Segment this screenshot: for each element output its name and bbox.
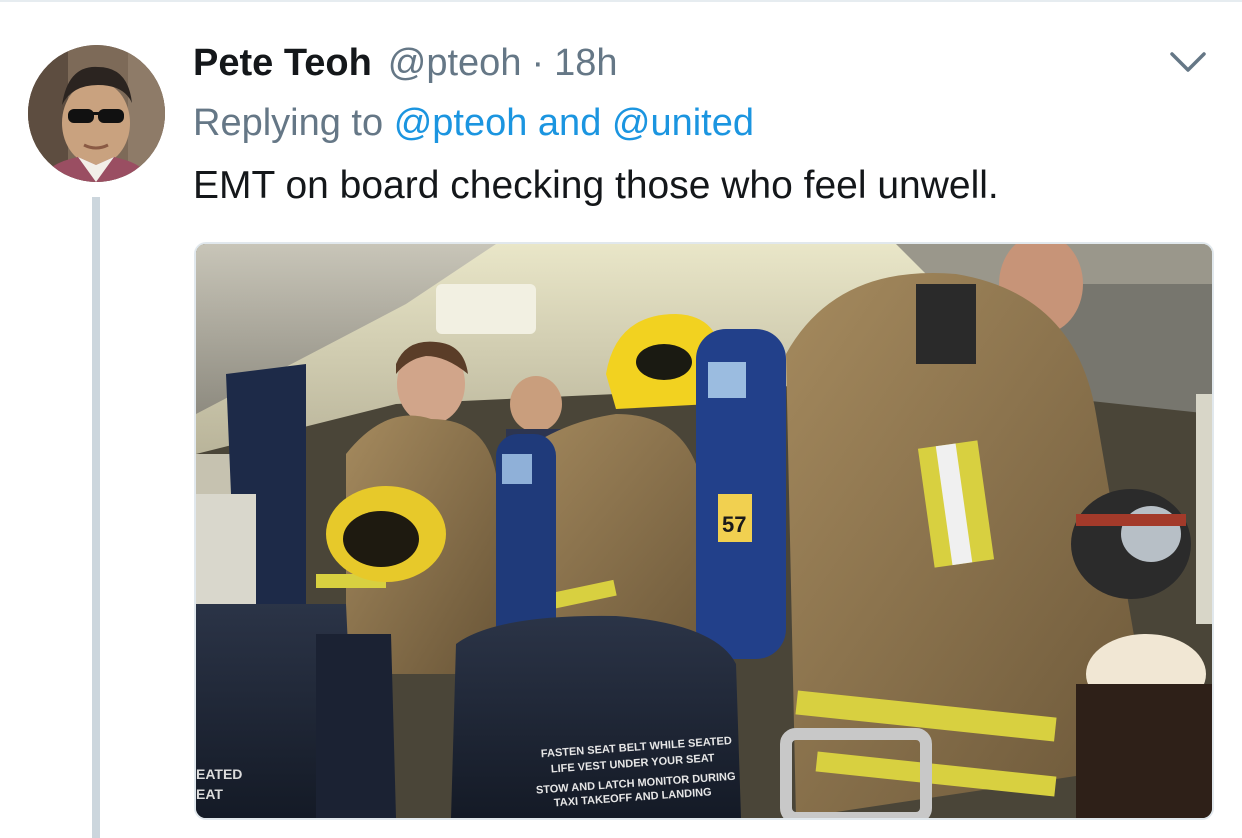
- mention-joiner[interactable]: and: [538, 102, 601, 144]
- tank-number: 57: [722, 512, 746, 537]
- mention-link[interactable]: @pteoh: [394, 102, 528, 144]
- display-name[interactable]: Pete Teoh: [193, 42, 372, 85]
- user-handle[interactable]: @pteoh: [388, 42, 522, 85]
- thread-line: [92, 197, 100, 838]
- more-menu-button[interactable]: [1168, 48, 1208, 78]
- tweet[interactable]: Pete Teoh @pteoh · 18h Replying to @pteo…: [0, 0, 1242, 838]
- left-seat-label-line: EATED: [196, 766, 242, 782]
- mention-link[interactable]: @united: [612, 102, 754, 144]
- separator-dot: ·: [531, 42, 545, 84]
- photo-airplane-cabin: 57 FASTEN SEAT BELT WHILE SEATED LIFE VE…: [196, 244, 1212, 818]
- replying-to: Replying to @pteoh and @united: [193, 102, 754, 145]
- replying-prefix: Replying to: [193, 102, 384, 144]
- avatar-image: [28, 45, 165, 182]
- tweet-photo[interactable]: 57 FASTEN SEAT BELT WHILE SEATED LIFE VE…: [194, 242, 1214, 820]
- left-seat-label-line: EAT: [196, 786, 223, 802]
- timestamp[interactable]: 18h: [554, 42, 617, 85]
- tweet-text: EMT on board checking those who feel unw…: [193, 164, 999, 207]
- avatar[interactable]: [28, 45, 165, 182]
- chevron-down-icon: [1170, 52, 1206, 72]
- tweet-header: Pete Teoh @pteoh · 18h: [193, 42, 618, 92]
